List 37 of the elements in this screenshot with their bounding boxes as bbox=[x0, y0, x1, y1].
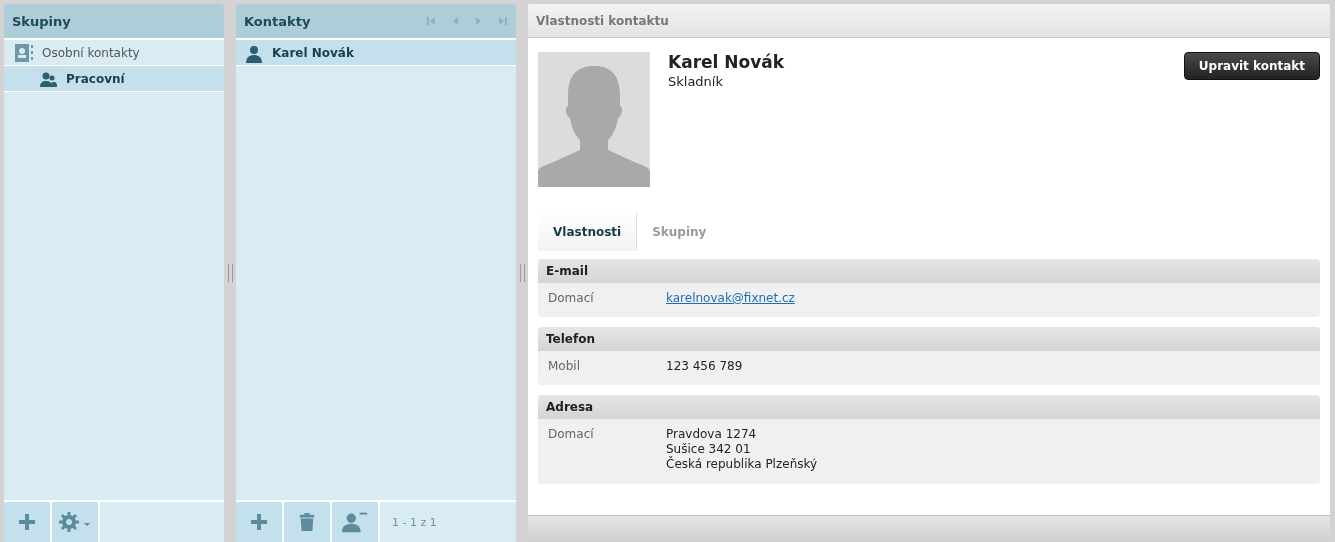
delete-button[interactable] bbox=[284, 502, 332, 542]
trash-icon bbox=[298, 511, 316, 533]
pager-count: 1 - 1 z 1 bbox=[391, 515, 437, 529]
contact-name: Karel Novák bbox=[668, 52, 786, 72]
field-value: Sušice 342 01 bbox=[666, 442, 752, 456]
add-button[interactable] bbox=[4, 502, 52, 542]
remove-contact-button[interactable] bbox=[332, 502, 380, 542]
splitter-handle[interactable] bbox=[519, 264, 525, 282]
panel-title: Skupiny bbox=[12, 13, 72, 29]
field-label: Domací bbox=[548, 427, 595, 443]
contact-item[interactable]: Karel Novák bbox=[236, 40, 516, 66]
last-page-icon[interactable] bbox=[498, 16, 508, 26]
section-title: Telefon bbox=[546, 332, 595, 346]
detail-title: Vlastnosti kontaktu bbox=[536, 13, 669, 28]
settings-icon bbox=[58, 511, 92, 533]
plus-icon bbox=[17, 512, 37, 532]
tab[interactable]: Vlastnosti bbox=[538, 213, 638, 251]
plus-icon bbox=[249, 512, 269, 532]
field-label: Mobil bbox=[548, 359, 581, 375]
group-item[interactable]: Pracovní bbox=[4, 66, 224, 92]
edit-contact-button[interactable]: Upravit kontakt bbox=[1183, 52, 1320, 80]
person-minus-icon bbox=[341, 510, 369, 534]
panel-title: Kontakty bbox=[244, 13, 312, 29]
add-button[interactable] bbox=[236, 502, 284, 542]
settings-button[interactable] bbox=[52, 502, 100, 542]
section-title: E-mail bbox=[546, 264, 588, 278]
section-title: Adresa bbox=[546, 400, 594, 414]
first-page-icon[interactable] bbox=[426, 16, 436, 26]
avatar-silhouette-icon bbox=[538, 52, 650, 187]
field-value: Pravdova 1274 bbox=[666, 427, 758, 442]
job-title: Skladník bbox=[668, 74, 724, 89]
address-book-icon bbox=[14, 42, 34, 63]
email-link[interactable]: karelnovak@fixnet.cz bbox=[666, 291, 795, 305]
field-value: Česká republika Plzeňský bbox=[666, 457, 818, 472]
splitter-handle[interactable] bbox=[227, 264, 233, 282]
field-value: 123 456 789 bbox=[666, 359, 743, 374]
field-label: Domací bbox=[548, 291, 595, 307]
